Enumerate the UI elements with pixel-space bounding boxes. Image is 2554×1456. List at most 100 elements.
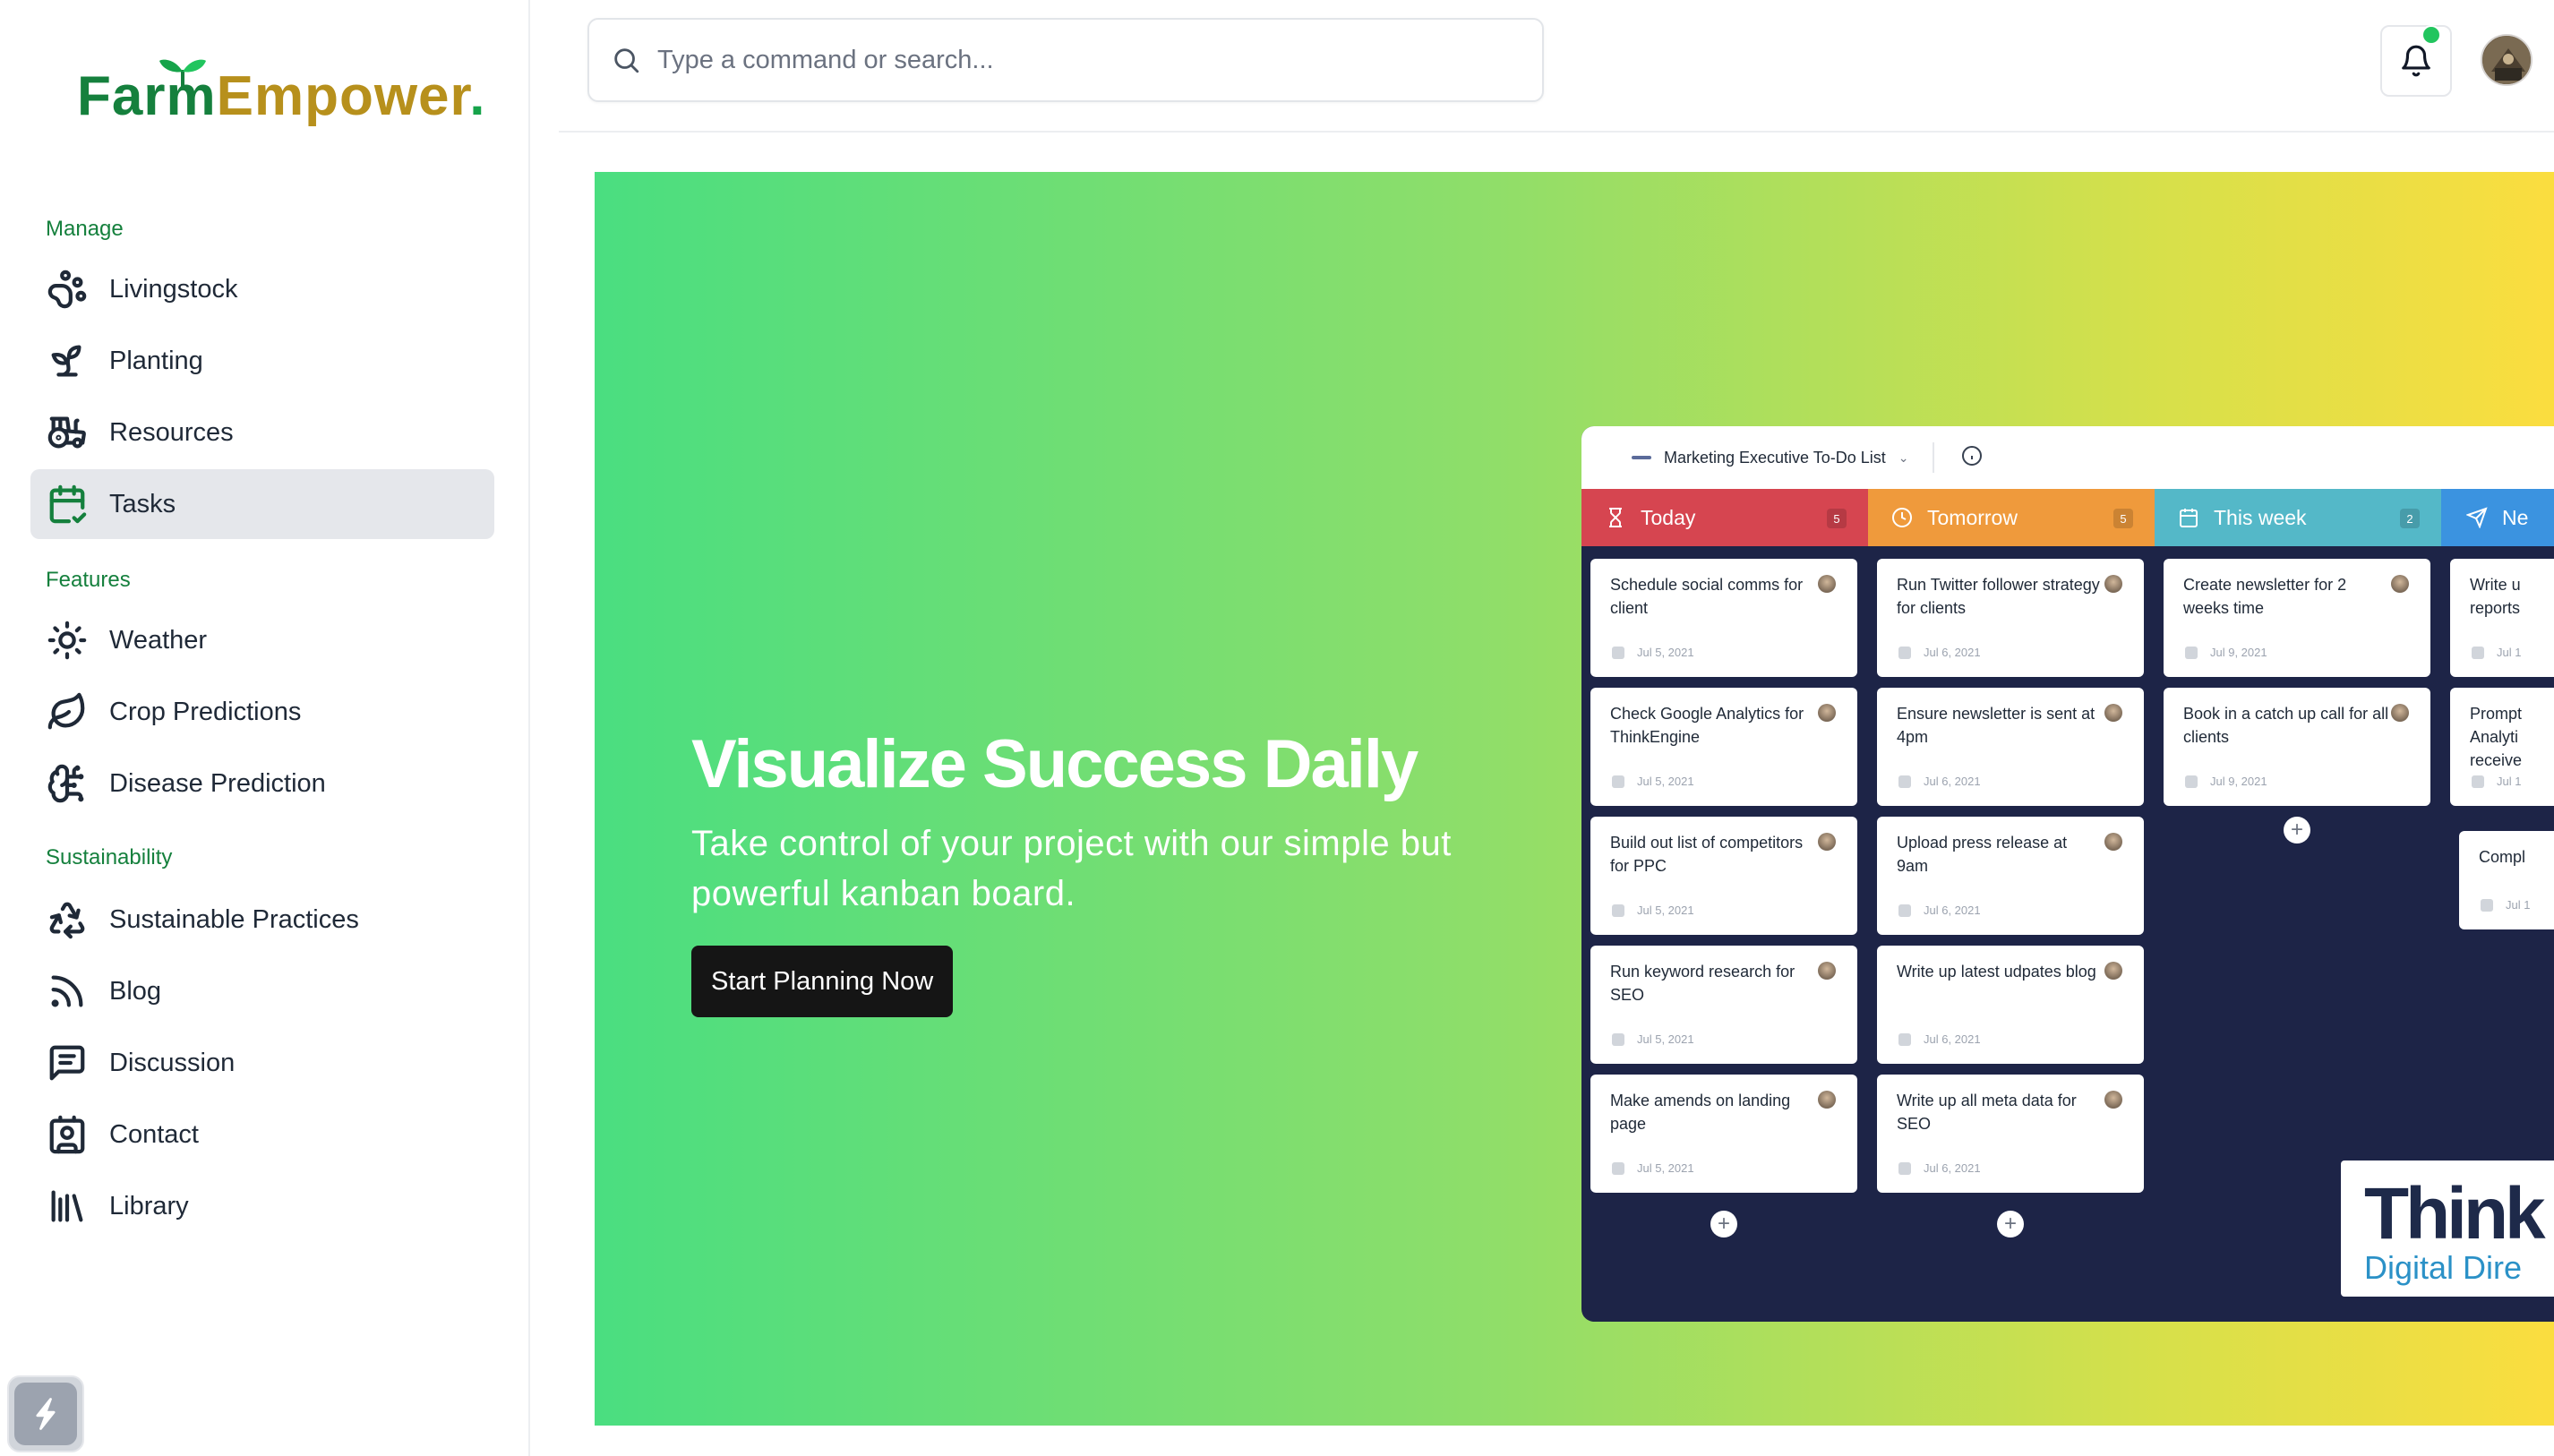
- hero-title: Visualize Success Daily: [691, 726, 1418, 802]
- card-date-text: Jul 6, 2021: [1924, 646, 1981, 659]
- sidebar-item-label: Planting: [109, 346, 203, 375]
- kanban-card: Build out list of competitors for PPC Jul…: [1590, 817, 1857, 935]
- sidebar-item-label: Weather: [109, 625, 208, 655]
- card-text: Build out list of competitors for PPC: [1610, 834, 1804, 875]
- card-text: Compl: [2479, 848, 2526, 866]
- brand-logo[interactable]: FarmEmpower.: [77, 59, 485, 128]
- sidebar-item-planting[interactable]: Planting: [30, 326, 494, 396]
- calendar-icon: [2180, 509, 2198, 527]
- calendar-icon: [1612, 646, 1624, 659]
- bell-icon: [2402, 45, 2430, 77]
- sidebar-item-sustainable-practices[interactable]: Sustainable Practices: [30, 885, 494, 955]
- column-count: 5: [2113, 509, 2133, 528]
- calendar-icon: [2472, 646, 2484, 659]
- card-date: Jul 5, 2021: [1612, 1032, 1694, 1046]
- avatar-image: [2482, 36, 2531, 84]
- card-avatar: [2104, 962, 2122, 980]
- section-title-sustainability: Sustainability: [46, 845, 173, 869]
- card-date-text: Jul 5, 2021: [1637, 1161, 1694, 1175]
- sidebar-item-weather[interactable]: Weather: [30, 605, 494, 675]
- calendar-icon: [2472, 775, 2484, 788]
- hero-banner: Visualize Success Daily Take control of …: [595, 172, 2554, 1426]
- hourglass-icon: [1609, 508, 1622, 527]
- topbar-divider: [559, 131, 2554, 133]
- sidebar-item-tasks[interactable]: Tasks: [30, 469, 494, 539]
- start-planning-button[interactable]: Start Planning Now: [691, 946, 954, 1017]
- kanban-card: Run Twitter follower strategy for client…: [1877, 559, 2144, 677]
- card-date: Jul 6, 2021: [1898, 775, 1981, 788]
- card-date-text: Jul 9, 2021: [2210, 646, 2267, 659]
- quick-action-button[interactable]: [7, 1375, 84, 1452]
- column-header-tomorrow: Tomorrow 5: [1868, 489, 2155, 546]
- card-date: Jul 5, 2021: [1612, 646, 1694, 659]
- app-root: FarmEmpower. Manage Livingstock Planting…: [0, 0, 2554, 1456]
- sidebar-item-livingstock[interactable]: Livingstock: [30, 254, 494, 324]
- add-card-icon: +: [2284, 817, 2310, 844]
- sidebar: FarmEmpower. Manage Livingstock Planting…: [0, 0, 530, 1456]
- card-text: Prompt Analyti receive: [2470, 705, 2523, 769]
- notifications-button[interactable]: [2380, 25, 2452, 97]
- paw-icon: [47, 269, 88, 310]
- sidebar-item-label: Library: [109, 1191, 189, 1220]
- sidebar-item-library[interactable]: Library: [30, 1171, 494, 1241]
- card-text: Write u reports: [2470, 576, 2521, 617]
- calendar-icon: [1612, 1032, 1624, 1046]
- user-avatar[interactable]: [2481, 34, 2533, 86]
- search-bar[interactable]: [587, 18, 1544, 102]
- card-date-text: Jul 5, 2021: [1637, 904, 1694, 917]
- kanban-card: Book in a catch up call for all clients J…: [2164, 688, 2430, 806]
- card-avatar: [2104, 1091, 2122, 1109]
- message-square-icon: [47, 1042, 88, 1083]
- column-title: Today: [1641, 505, 1696, 529]
- card-text: Write up latest udpates blog: [1897, 963, 2096, 981]
- sidebar-item-disease-prediction[interactable]: Disease Prediction: [30, 749, 494, 818]
- chevron-down-icon: ⌄: [1898, 450, 1909, 465]
- card-date-text: Jul 1: [2497, 775, 2522, 788]
- column-header-this-week: This week 2: [2155, 489, 2441, 546]
- sidebar-item-discussion[interactable]: Discussion: [30, 1028, 494, 1098]
- card-avatar: [2104, 833, 2122, 851]
- column-count: 5: [1827, 509, 1847, 528]
- card-date-text: Jul 6, 2021: [1924, 1032, 1981, 1046]
- kanban-card: Check Google Analytics for ThinkEngine Ju…: [1590, 688, 1857, 806]
- recycle-icon: [47, 899, 88, 940]
- sidebar-item-contact[interactable]: Contact: [30, 1100, 494, 1169]
- kanban-card: Upload press release at 9am Jul 6, 2021: [1877, 817, 2144, 935]
- column-title: This week: [2214, 505, 2307, 529]
- calendar-icon: [1612, 1161, 1624, 1175]
- card-date: Jul 1: [2472, 646, 2521, 659]
- sidebar-item-resources[interactable]: Resources: [30, 398, 494, 467]
- card-text: Make amends on landing page: [1610, 1092, 1791, 1133]
- card-date: Jul 6, 2021: [1898, 1032, 1981, 1046]
- calendar-check-icon: [47, 484, 88, 525]
- card-date: Jul 9, 2021: [2185, 775, 2267, 788]
- kanban-card: Write up all meta data for SEO Jul 6, 202…: [1877, 1075, 2144, 1193]
- card-date-text: Jul 5, 2021: [1637, 775, 1694, 788]
- calendar-icon: [1898, 904, 1911, 917]
- watermark-line1: Think: [2364, 1173, 2546, 1255]
- card-date: Jul 6, 2021: [1898, 646, 1981, 659]
- rss-icon: [47, 971, 88, 1012]
- card-date: Jul 1: [2481, 898, 2530, 912]
- sidebar-item-label: Blog: [109, 976, 162, 1006]
- kanban-card: Write up latest udpates blog Jul 6, 2021: [1877, 946, 2144, 1064]
- card-text: Check Google Analytics for ThinkEngine: [1610, 705, 1804, 746]
- sidebar-item-crop-predictions[interactable]: Crop Predictions: [30, 677, 494, 747]
- search-input[interactable]: [657, 45, 1463, 75]
- sidebar-item-blog[interactable]: Blog: [30, 956, 494, 1026]
- card-date: Jul 9, 2021: [2185, 646, 2267, 659]
- card-date-text: Jul 1: [2497, 646, 2522, 659]
- card-avatar: [2104, 575, 2122, 593]
- card-text: Book in a catch up call for all clients: [2183, 705, 2389, 746]
- sidebar-item-label: Contact: [109, 1119, 199, 1149]
- section-title-features: Features: [46, 568, 131, 592]
- sidebar-item-label: Livingstock: [109, 274, 238, 304]
- sidebar-item-label: Resources: [109, 417, 234, 447]
- info-icon: [1961, 445, 1983, 471]
- sidebar-item-label: Tasks: [109, 489, 176, 518]
- hero-subtitle: Take control of your project with our si…: [691, 824, 1452, 913]
- calendar-icon: [1612, 904, 1624, 917]
- sidebar-item-label: Disease Prediction: [109, 768, 326, 798]
- kanban-card: Run keyword research for SEO Jul 5, 2021: [1590, 946, 1857, 1064]
- card-date-text: Jul 6, 2021: [1924, 904, 1981, 917]
